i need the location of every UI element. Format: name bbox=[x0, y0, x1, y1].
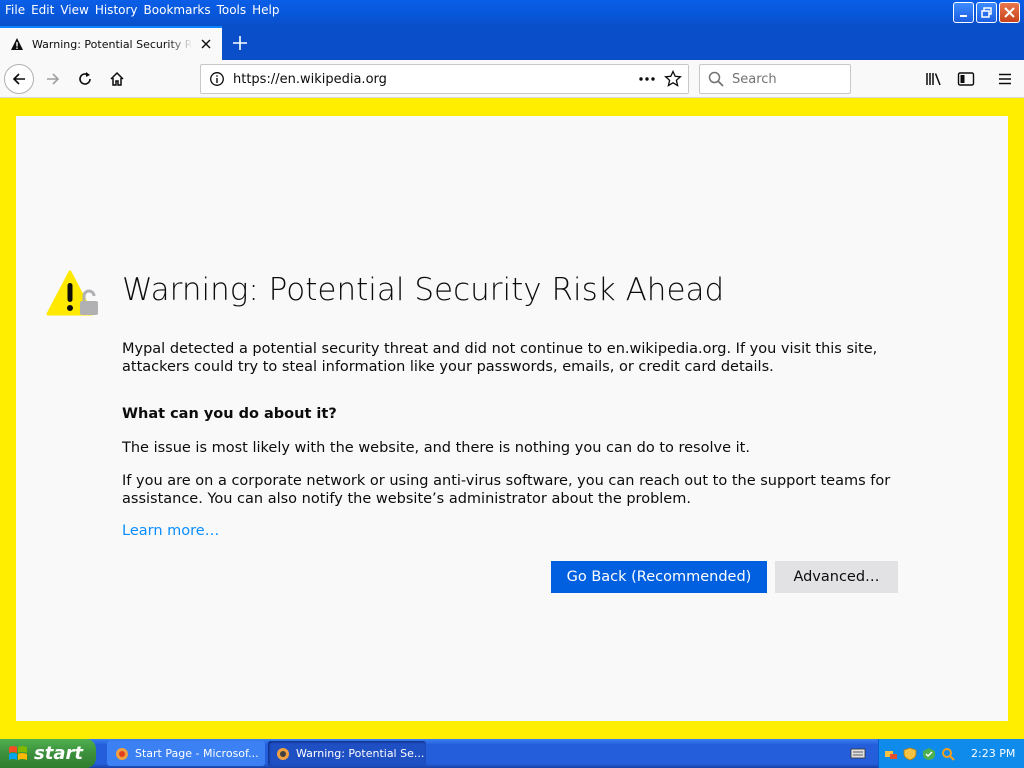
back-button[interactable] bbox=[4, 64, 34, 94]
navigation-bar: https://en.wikipedia.org Search bbox=[0, 60, 1024, 98]
info-icon bbox=[210, 72, 224, 86]
warning-description: Mypal detected a potential security thre… bbox=[122, 341, 878, 375]
shield-icon[interactable] bbox=[903, 747, 917, 761]
menu-history[interactable]: History bbox=[94, 2, 143, 18]
tab-strip: Warning: Potential Security Risk Ahead bbox=[0, 26, 1024, 60]
arrow-left-icon bbox=[12, 73, 25, 85]
forward-button[interactable] bbox=[38, 64, 68, 94]
home-icon bbox=[110, 71, 124, 86]
minimize-icon bbox=[959, 14, 967, 17]
library-button[interactable] bbox=[919, 64, 949, 94]
new-tab-button[interactable] bbox=[230, 33, 250, 53]
close-icon bbox=[201, 39, 211, 49]
close-window-button[interactable] bbox=[999, 2, 1020, 23]
tab-active[interactable]: Warning: Potential Security Risk Ahead bbox=[0, 26, 222, 60]
menu-tools[interactable]: Tools bbox=[216, 2, 252, 18]
advanced-button[interactable]: Advanced… bbox=[775, 561, 898, 593]
menu-edit[interactable]: Edit bbox=[30, 2, 59, 18]
search-icon[interactable] bbox=[941, 747, 955, 761]
advice-paragraph-2: If you are on a corporate network or usi… bbox=[122, 473, 891, 507]
sidebar-icon bbox=[957, 72, 975, 86]
start-label: start bbox=[34, 743, 83, 764]
hamburger-icon bbox=[999, 73, 1011, 85]
section-heading: What can you do about it? bbox=[122, 406, 337, 422]
warning-icon bbox=[10, 37, 24, 51]
plus-icon bbox=[233, 36, 247, 50]
close-icon bbox=[1004, 7, 1015, 18]
warning-lock-icon bbox=[46, 270, 102, 326]
taskbar-item-label: Warning: Potential Se... bbox=[296, 747, 425, 760]
taskbar-item-start-page[interactable]: Start Page - Microsof... bbox=[107, 741, 265, 766]
title-bar: File Edit View History Bookmarks Tools H… bbox=[0, 0, 1024, 26]
search-icon bbox=[708, 71, 724, 87]
reload-button[interactable] bbox=[70, 64, 100, 94]
content-viewport: Warning: Potential Security Risk Ahead M… bbox=[0, 98, 1024, 739]
menu-view[interactable]: View bbox=[59, 2, 93, 18]
clock: 2:23 PM bbox=[971, 747, 1016, 760]
browser-icon bbox=[277, 747, 289, 760]
sidebar-button[interactable] bbox=[951, 64, 981, 94]
search-placeholder: Search bbox=[732, 71, 777, 87]
start-button[interactable]: start bbox=[0, 739, 96, 768]
menu-help[interactable]: Help bbox=[251, 2, 284, 18]
restore-icon bbox=[981, 7, 992, 18]
url-bar[interactable]: https://en.wikipedia.org bbox=[200, 64, 689, 94]
reload-icon bbox=[79, 72, 91, 85]
network-icon[interactable] bbox=[884, 747, 898, 761]
arrow-right-icon bbox=[47, 73, 60, 85]
search-bar[interactable]: Search bbox=[699, 64, 851, 94]
menu-button[interactable] bbox=[990, 64, 1020, 94]
menu-bar: File Edit View History Bookmarks Tools H… bbox=[4, 2, 285, 18]
url-text[interactable]: https://en.wikipedia.org bbox=[233, 72, 638, 87]
library-icon bbox=[926, 73, 941, 86]
taskbar-item-label: Start Page - Microsof... bbox=[135, 747, 259, 760]
page-title: Warning: Potential Security Risk Ahead bbox=[122, 272, 725, 308]
advice-paragraph-1: The issue is most likely with the websit… bbox=[122, 440, 750, 456]
keyboard-icon[interactable] bbox=[850, 746, 866, 760]
windows-logo-icon bbox=[9, 745, 27, 760]
taskbar: start Start Page - Microsof... Warning: … bbox=[0, 739, 1024, 768]
learn-more-link[interactable]: Learn more… bbox=[122, 523, 219, 539]
minimize-button[interactable] bbox=[953, 2, 974, 23]
tab-title: Warning: Potential Security Risk Ahead bbox=[32, 37, 192, 51]
more-options-icon[interactable] bbox=[638, 71, 656, 87]
taskbar-item-warning[interactable]: Warning: Potential Se... bbox=[268, 741, 426, 766]
restore-button[interactable] bbox=[976, 2, 997, 23]
home-button[interactable] bbox=[102, 64, 132, 94]
bookmark-star-icon[interactable] bbox=[664, 70, 682, 88]
browser-icon bbox=[116, 747, 128, 760]
tab-close-button[interactable] bbox=[198, 36, 214, 52]
system-tray: 2:23 PM bbox=[878, 739, 1024, 768]
menu-file[interactable]: File bbox=[4, 2, 30, 18]
go-back-button[interactable]: Go Back (Recommended) bbox=[551, 561, 767, 593]
window-controls bbox=[953, 2, 1020, 23]
menu-bookmarks[interactable]: Bookmarks bbox=[143, 2, 216, 18]
security-center-icon[interactable] bbox=[922, 747, 936, 761]
security-warning-page: Warning: Potential Security Risk Ahead M… bbox=[16, 116, 1008, 721]
